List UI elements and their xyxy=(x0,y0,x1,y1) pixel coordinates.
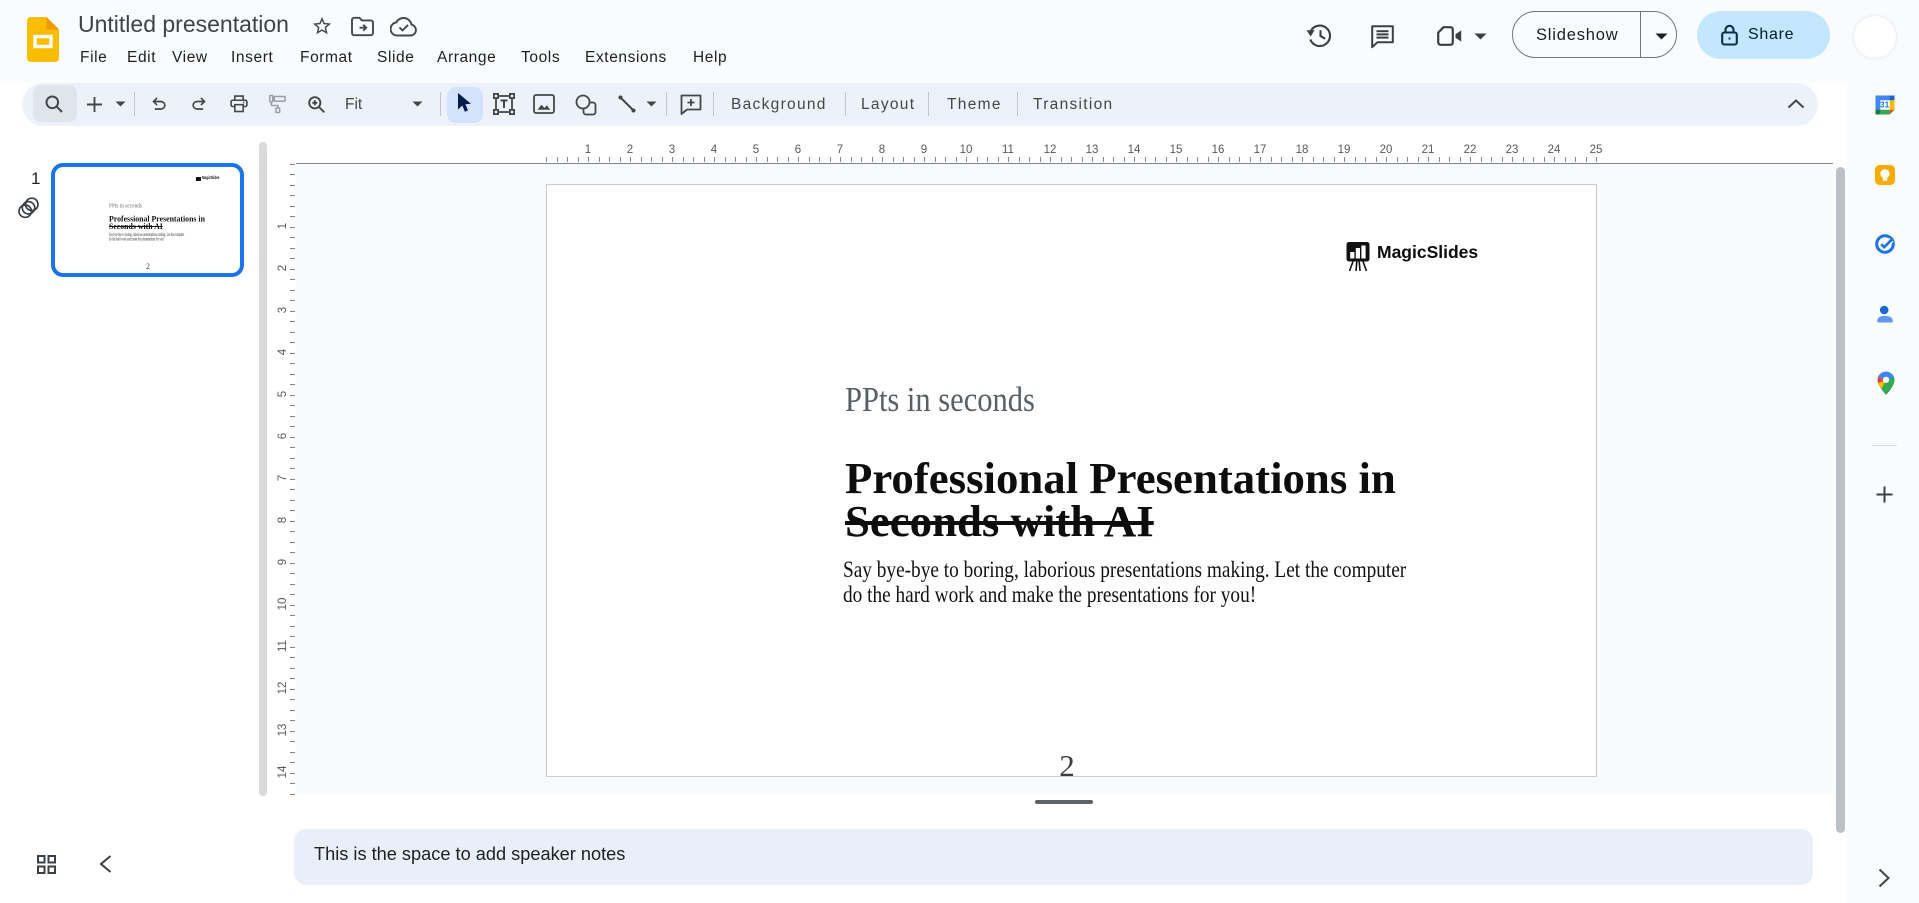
svg-text:31: 31 xyxy=(1880,101,1890,110)
